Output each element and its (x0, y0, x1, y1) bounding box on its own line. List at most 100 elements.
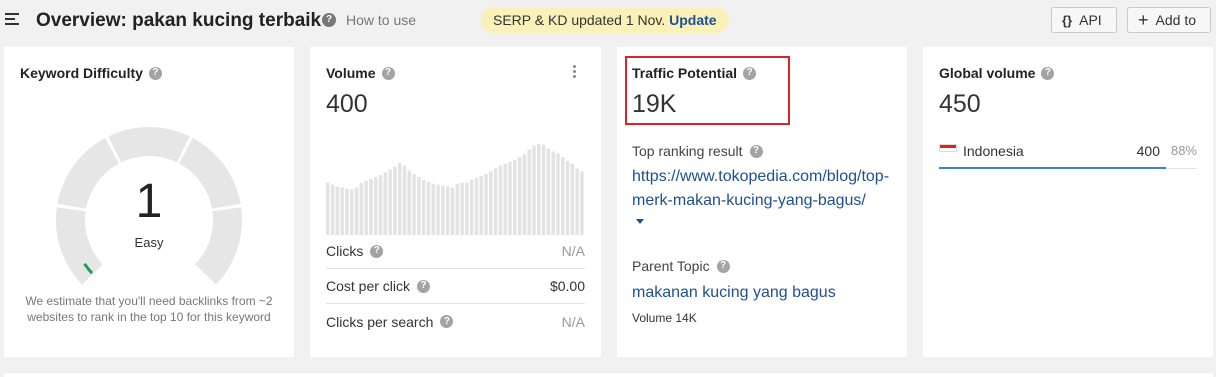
volume-bar (397, 162, 402, 235)
help-icon[interactable]: ? (381, 66, 395, 80)
help-icon[interactable]: ? (716, 259, 730, 273)
cost-per-click-label: Cost per click (326, 278, 411, 294)
code-braces-icon: {} (1062, 12, 1073, 28)
update-banner: SERP & KD updated 1 Nov. Update (481, 7, 729, 33)
volume-bar (532, 145, 536, 235)
volume-bar (402, 165, 407, 235)
difficulty-description: We estimate that you'll need backlinks f… (25, 294, 273, 324)
top-ranking-label: Top ranking result (632, 143, 743, 159)
clicks-label: Clicks (326, 243, 364, 259)
menu-icon[interactable] (5, 13, 19, 25)
volume-bar (489, 171, 493, 235)
volume-bar (479, 176, 483, 235)
clicks-per-search-label: Clicks per search (326, 313, 434, 330)
volume-history-chart (326, 143, 584, 235)
difficulty-score: 1 (135, 175, 163, 228)
volume-bar (498, 165, 503, 235)
volume-bar (517, 157, 522, 235)
volume-bar (441, 185, 445, 235)
update-link[interactable]: Update (669, 12, 716, 28)
country-percent: 88% (1170, 143, 1197, 158)
volume-bar (359, 182, 364, 235)
volume-bar (436, 184, 440, 235)
traffic-potential-card: Traffic Potential ? 19K Top ranking resu… (617, 47, 907, 357)
volume-bar (369, 178, 373, 235)
volume-label: Volume (326, 65, 376, 81)
volume-bar (513, 159, 517, 235)
volume-bar (383, 172, 388, 235)
volume-bar (340, 187, 344, 235)
card-title: Keyword Difficulty ? (20, 65, 162, 81)
volume-bar (474, 178, 479, 235)
global-volume-label: Global volume (939, 65, 1036, 81)
volume-bar (508, 161, 512, 235)
more-options-icon[interactable] (573, 65, 577, 80)
clicks-row: Clicks? N/A (326, 234, 585, 269)
add-to-button-label: Add to (1155, 12, 1196, 28)
help-icon[interactable]: ? (749, 144, 763, 158)
help-icon[interactable]: ? (1041, 66, 1055, 80)
volume-bar (421, 179, 426, 235)
volume-bar (445, 186, 450, 235)
help-icon[interactable]: ? (148, 66, 162, 80)
help-icon[interactable]: ? (370, 244, 384, 258)
caret-down-icon[interactable] (636, 219, 644, 224)
parent-topic-link[interactable]: makanan kucing yang bagus (632, 284, 836, 302)
volume-bar (460, 182, 464, 235)
volume-bar (326, 182, 330, 235)
volume-bar (546, 148, 551, 235)
top-ranking-url-link[interactable]: https://www.tokopedia.com/blog/top-merk-… (632, 165, 897, 213)
volume-bar (484, 174, 488, 235)
volume-bar (556, 153, 560, 235)
volume-card: Volume ? 400 Clicks? N/A Cost per click?… (310, 47, 601, 357)
cost-per-click-value: $0.00 (549, 278, 585, 294)
volume-bar (575, 168, 579, 235)
volume-bar (565, 160, 570, 235)
volume-bar (503, 163, 507, 235)
clicks-per-search-row: Clicks per search? N/A (326, 304, 585, 339)
volume-bar (431, 183, 436, 235)
clicks-value: N/A (561, 243, 585, 259)
update-banner-text: SERP & KD updated 1 Nov. (493, 12, 666, 28)
country-row[interactable]: Indonesia 400 88% (939, 141, 1197, 169)
page-header: Overview: pakan kucing terbaik ? How to … (0, 0, 1216, 40)
help-icon[interactable]: ? (417, 279, 431, 293)
traffic-potential-value: 19K (632, 90, 677, 118)
api-button[interactable]: {} API (1051, 7, 1117, 33)
volume-bar (527, 149, 531, 235)
traffic-potential-label: Traffic Potential (632, 65, 738, 81)
volume-bar (522, 154, 527, 235)
volume-bar (455, 183, 459, 235)
help-icon[interactable]: ? (322, 13, 336, 27)
volume-bar (551, 151, 555, 235)
plus-icon: + (1138, 10, 1149, 30)
volume-bar (561, 157, 565, 235)
global-volume-value: 450 (939, 90, 981, 118)
country-share-bar (939, 167, 1167, 169)
help-icon[interactable]: ? (440, 315, 454, 328)
volume-bar (465, 182, 469, 235)
volume-bar (493, 168, 498, 235)
volume-bar (388, 169, 392, 235)
volume-value: 400 (326, 90, 368, 118)
volume-bar (330, 184, 335, 235)
indonesia-flag-icon (939, 144, 957, 152)
volume-bar (393, 166, 397, 235)
global-volume-card: Global volume ? 450 Indonesia 400 88% (923, 47, 1213, 357)
parent-topic-volume: Volume 14K (632, 311, 697, 325)
gauge-segment (108, 127, 190, 163)
how-to-use-link[interactable]: How to use (346, 12, 416, 28)
keyword-difficulty-card: Keyword Difficulty ? 1 Easy We estimate … (4, 47, 294, 357)
volume-bar (354, 187, 359, 235)
volume-bar (373, 177, 378, 235)
volume-bar (335, 186, 340, 235)
api-button-label: API (1079, 12, 1102, 28)
help-icon[interactable]: ? (743, 66, 757, 80)
volume-bar (541, 144, 546, 235)
volume-bar (417, 177, 421, 235)
volume-bar (349, 189, 354, 235)
volume-bar (407, 170, 412, 235)
difficulty-rating: Easy (134, 235, 164, 250)
parent-topic-heading: Parent Topic ? (632, 258, 730, 274)
add-to-button[interactable]: + Add to (1127, 7, 1211, 33)
